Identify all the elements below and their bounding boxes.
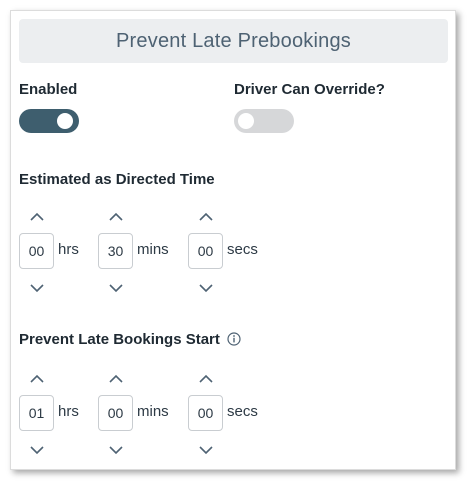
minutes-increment-button[interactable] bbox=[106, 209, 126, 223]
chevron-up-icon bbox=[30, 374, 44, 383]
panel-title: Prevent Late Prebookings bbox=[116, 29, 351, 52]
seconds-increment-button[interactable] bbox=[196, 371, 216, 385]
hours-field[interactable]: 00 bbox=[19, 233, 54, 269]
prevent-start-hours-stepper: 01 hrs bbox=[19, 371, 109, 467]
hours-unit-label: hrs bbox=[58, 241, 79, 258]
hours-field[interactable]: 01 bbox=[19, 395, 54, 431]
toggle-knob bbox=[238, 113, 254, 129]
chevron-down-icon bbox=[109, 445, 123, 454]
minutes-unit-label: mins bbox=[137, 403, 169, 420]
prevent-start-seconds-stepper: 00 secs bbox=[188, 371, 278, 467]
estimated-time-label: Estimated as Directed Time bbox=[19, 171, 215, 188]
prevent-start-label-text: Prevent Late Bookings Start bbox=[19, 331, 220, 348]
minutes-increment-button[interactable] bbox=[106, 371, 126, 385]
estimated-seconds-stepper: 00 secs bbox=[188, 209, 278, 305]
hours-unit-label: hrs bbox=[58, 403, 79, 420]
chevron-up-icon bbox=[30, 212, 44, 221]
enabled-label: Enabled bbox=[19, 81, 78, 98]
minutes-decrement-button[interactable] bbox=[106, 443, 126, 457]
estimated-minutes-stepper: 30 mins bbox=[98, 209, 188, 305]
seconds-decrement-button[interactable] bbox=[196, 443, 216, 457]
chevron-down-icon bbox=[30, 283, 44, 292]
hours-decrement-button[interactable] bbox=[27, 443, 47, 457]
minutes-decrement-button[interactable] bbox=[106, 281, 126, 295]
chevron-down-icon bbox=[30, 445, 44, 454]
prevent-start-minutes-stepper: 00 mins bbox=[98, 371, 188, 467]
enabled-toggle[interactable] bbox=[19, 109, 79, 133]
seconds-unit-label: secs bbox=[227, 241, 258, 258]
minutes-unit-label: mins bbox=[137, 241, 169, 258]
seconds-increment-button[interactable] bbox=[196, 209, 216, 223]
seconds-unit-label: secs bbox=[227, 403, 258, 420]
chevron-down-icon bbox=[109, 283, 123, 292]
minutes-field[interactable]: 30 bbox=[98, 233, 133, 269]
chevron-up-icon bbox=[109, 212, 123, 221]
driver-override-label: Driver Can Override? bbox=[234, 81, 385, 98]
hours-decrement-button[interactable] bbox=[27, 281, 47, 295]
chevron-up-icon bbox=[199, 212, 213, 221]
info-icon[interactable] bbox=[227, 332, 241, 346]
chevron-down-icon bbox=[199, 283, 213, 292]
driver-override-toggle[interactable] bbox=[234, 109, 294, 133]
chevron-down-icon bbox=[199, 445, 213, 454]
seconds-field[interactable]: 00 bbox=[188, 233, 223, 269]
chevron-up-icon bbox=[109, 374, 123, 383]
toggle-knob bbox=[57, 113, 73, 129]
minutes-field[interactable]: 00 bbox=[98, 395, 133, 431]
prebooking-settings-panel: Prevent Late Prebookings Enabled Driver … bbox=[10, 10, 456, 470]
seconds-decrement-button[interactable] bbox=[196, 281, 216, 295]
panel-header: Prevent Late Prebookings bbox=[19, 19, 448, 63]
hours-increment-button[interactable] bbox=[27, 371, 47, 385]
chevron-up-icon bbox=[199, 374, 213, 383]
hours-increment-button[interactable] bbox=[27, 209, 47, 223]
prevent-start-label: Prevent Late Bookings Start bbox=[19, 331, 241, 348]
seconds-field[interactable]: 00 bbox=[188, 395, 223, 431]
estimated-hours-stepper: 00 hrs bbox=[19, 209, 109, 305]
